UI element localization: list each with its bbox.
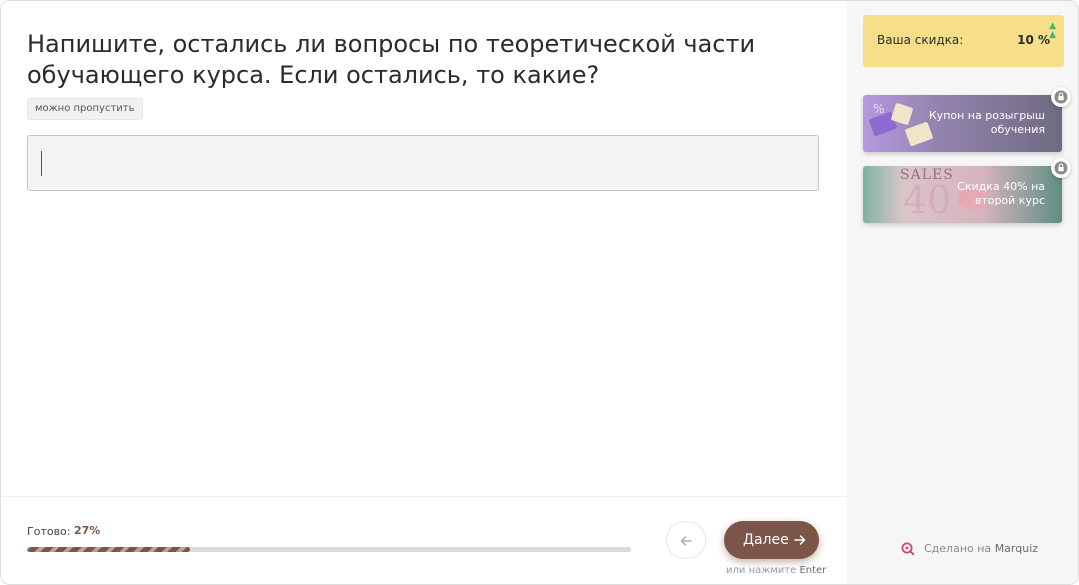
bonus-card-second-course[interactable]: SALES 40 Скидка 40% на второй курс <box>863 166 1062 223</box>
next-button-label: Далее <box>743 532 789 548</box>
made-with-brand: Marquiz <box>994 542 1039 555</box>
lock-icon <box>1051 87 1071 107</box>
enter-key-hint: или нажмите Enter <box>726 565 826 576</box>
bonus-card-label: Купон на розыгрыш обучения <box>928 109 1045 136</box>
question-title: Напишите, остались ли вопросы по теорети… <box>27 30 756 89</box>
discount-increase-icon: ▲ ▲ <box>1049 21 1056 40</box>
progress-bar <box>27 547 631 552</box>
skip-hint-badge: можно пропустить <box>27 98 143 120</box>
progress-bar-fill <box>27 547 191 552</box>
answer-text-field[interactable] <box>27 135 819 191</box>
bonus-sidebar: Ваша скидка: 10 % ▲ ▲ % Купон на розыгрыш… <box>847 1 1078 584</box>
next-button[interactable]: Далее <box>724 521 819 559</box>
quiz-window: Напишите, остались ли вопросы по теорети… <box>0 0 1079 585</box>
enter-hint-key: Enter <box>799 565 827 576</box>
quiz-footer: Готово: 27% Далее или нажмите Enter <box>1 496 847 584</box>
bonus-card-coupon[interactable]: % Купон на розыгрыш обучения <box>863 95 1062 152</box>
text-cursor <box>41 151 42 176</box>
marquiz-logo-icon <box>901 542 915 556</box>
discount-panel: Ваша скидка: 10 % ▲ ▲ <box>863 15 1064 67</box>
arrow-left-icon <box>680 536 692 546</box>
made-with-prefix: Сделано на <box>924 542 992 555</box>
lock-icon <box>1051 158 1071 178</box>
bonus-card-label: Скидка 40% на второй курс <box>957 180 1045 207</box>
made-with-marquiz-link[interactable]: Сделано на Marquiz <box>924 542 1038 555</box>
progress-label: Готово: <box>27 525 71 538</box>
percent-decoration: % <box>873 102 885 116</box>
arrow-right-icon <box>794 521 806 561</box>
back-button[interactable] <box>666 521 706 559</box>
progress-percent: 27% <box>74 524 101 537</box>
discount-value: 10 % <box>1017 33 1050 47</box>
discount-label: Ваша скидка: <box>877 33 964 47</box>
enter-hint-prefix: или нажмите <box>726 565 797 576</box>
question-panel: Напишите, остались ли вопросы по теорети… <box>1 1 847 584</box>
